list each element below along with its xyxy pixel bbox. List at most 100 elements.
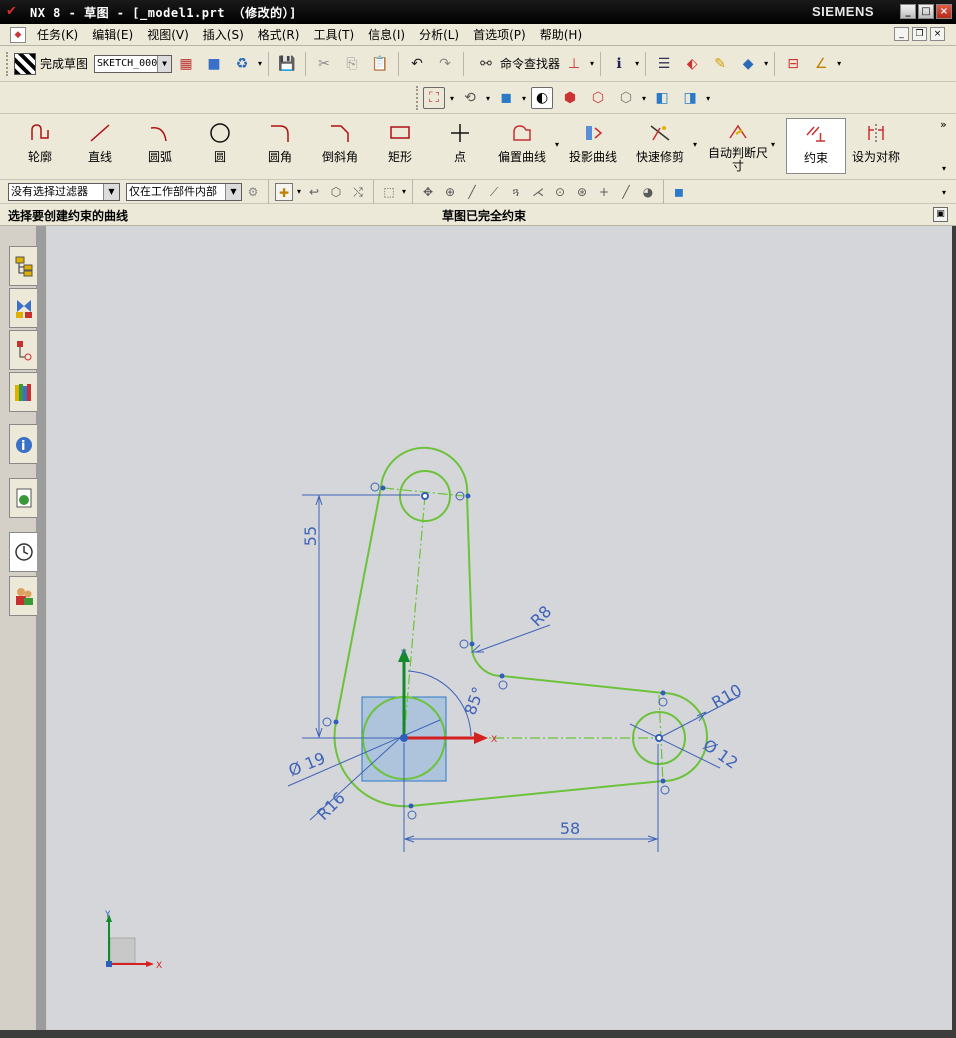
select-body-icon[interactable]: ⬡ xyxy=(327,183,345,201)
left-line[interactable] xyxy=(335,486,382,723)
graphics-window[interactable]: 55 58 85° R8 R10 Ø 12 Ø 19 R16 Y X Y X xyxy=(47,226,952,1029)
constraint-small-icon[interactable]: ⊥ xyxy=(563,53,585,75)
circle-button[interactable]: 圆 xyxy=(190,118,250,174)
clip-section-icon[interactable]: ◧ xyxy=(651,87,673,109)
dim-angle-85[interactable]: 85° xyxy=(461,684,489,717)
minimize-button[interactable]: _ xyxy=(900,4,916,19)
quick-trim-button[interactable]: 快速修剪 xyxy=(630,118,690,174)
command-finder-button[interactable]: ⚯ 命令查找器 xyxy=(472,53,560,75)
reattach-icon[interactable]: ▦ xyxy=(175,53,197,75)
sketch-name-select[interactable]: SKETCH_000 ▼ xyxy=(94,54,173,73)
project-curve-button[interactable]: 投影曲线 xyxy=(563,118,623,174)
maximize-button[interactable]: □ xyxy=(918,4,934,19)
menu-insert[interactable]: 插入(S) xyxy=(196,26,251,43)
fit-view-icon[interactable]: ⛶ xyxy=(423,87,445,109)
snap-midpoint-icon[interactable]: ⟋ xyxy=(485,183,503,201)
dim-radius-8[interactable]: R8 xyxy=(527,602,555,630)
constraint-button[interactable]: 约束 xyxy=(786,118,846,174)
selection-scope-select[interactable]: 仅在工作部件内部 ▼ xyxy=(126,182,242,201)
dim-radius-16[interactable]: R16 xyxy=(313,788,349,824)
snap-on-curve-icon[interactable]: ╱ xyxy=(617,183,635,201)
toolbar-options-arrow[interactable]: ▾ xyxy=(942,164,946,173)
system-materials-icon[interactable] xyxy=(9,478,37,518)
snap-point-icon[interactable]: ✎ xyxy=(709,53,731,75)
menu-help[interactable]: 帮助(H) xyxy=(533,26,589,43)
full-screen-icon[interactable]: ▣ xyxy=(933,207,948,222)
part-navigator-icon[interactable] xyxy=(9,330,37,370)
reuse-library-icon[interactable] xyxy=(9,372,37,412)
info-object-icon[interactable]: ℹ xyxy=(608,53,630,75)
shaded-icon[interactable]: ⬢ xyxy=(559,87,581,109)
layer-settings-icon[interactable]: ☰ xyxy=(653,53,675,75)
bottom-line[interactable] xyxy=(410,780,664,807)
hidden-wireframe-icon[interactable]: ⬡ xyxy=(615,87,637,109)
snap-endpoint-icon[interactable]: ⊕ xyxy=(441,183,459,201)
paste-icon[interactable]: 📋 xyxy=(369,53,391,75)
profile-button[interactable]: 轮廓 xyxy=(10,118,70,174)
filter-settings-icon[interactable]: ⚙ xyxy=(244,183,262,201)
dimension-more-arrow[interactable]: ▾ xyxy=(771,140,775,149)
snap-existing-icon[interactable]: + xyxy=(595,183,613,201)
snap-on-face-icon[interactable]: ◕ xyxy=(639,183,657,201)
history-icon[interactable] xyxy=(9,532,37,572)
doc-restore-button[interactable]: ❐ xyxy=(912,27,927,41)
selection-icon[interactable]: ◆ xyxy=(737,53,759,75)
offset-curve-button[interactable]: 偏置曲线 xyxy=(492,118,552,174)
dim-horizontal-58[interactable]: 58 xyxy=(560,819,580,838)
dim-diameter-12[interactable]: Ø 12 xyxy=(700,735,742,772)
snap-quadrant-icon[interactable]: ⊛ xyxy=(573,183,591,201)
measure-angle-icon[interactable]: ∠ xyxy=(810,53,832,75)
middle-line[interactable] xyxy=(501,675,664,694)
dim-radius-10[interactable]: R10 xyxy=(708,680,745,712)
point-button[interactable]: 点 xyxy=(430,118,490,174)
select-face-icon[interactable]: ↩ xyxy=(305,183,323,201)
doc-close-button[interactable]: × xyxy=(930,27,945,41)
edit-section-icon[interactable]: ◨ xyxy=(679,87,701,109)
copy-icon[interactable]: ⎘ xyxy=(341,53,363,75)
trim-more-arrow[interactable]: ▾ xyxy=(693,140,697,149)
wcs-icon[interactable]: ⬖ xyxy=(681,53,703,75)
dim-diameter-19[interactable]: Ø 19 xyxy=(286,748,328,780)
rotate-view-icon[interactable]: ⟲ xyxy=(459,87,481,109)
chamfer-button[interactable]: 倒斜角 xyxy=(310,118,370,174)
orient-to-sketch-icon[interactable]: ■ xyxy=(203,53,225,75)
rectangle-button[interactable]: 矩形 xyxy=(370,118,430,174)
redo-icon[interactable]: ↷ xyxy=(434,53,456,75)
internet-explorer-icon[interactable]: i xyxy=(9,424,37,464)
offset-more-arrow[interactable]: ▾ xyxy=(555,140,559,149)
menu-view[interactable]: 视图(V) xyxy=(140,26,196,43)
menu-analysis[interactable]: 分析(L) xyxy=(412,26,466,43)
document-icon[interactable]: ◆ xyxy=(10,26,26,43)
snap-enable-icon[interactable]: ✥ xyxy=(419,183,437,201)
menu-format[interactable]: 格式(R) xyxy=(251,26,307,43)
select-edge-icon[interactable]: ⤭ xyxy=(349,183,367,201)
type-filter-select[interactable]: 没有选择过滤器 ▼ xyxy=(8,182,120,201)
rectangle-select-icon[interactable]: ⬚ xyxy=(380,183,398,201)
snap-bounded-icon[interactable]: ◼ xyxy=(670,183,688,201)
assembly-navigator-icon[interactable] xyxy=(9,246,37,286)
dim-vertical-55[interactable]: 55 xyxy=(301,526,320,546)
roles-icon[interactable] xyxy=(9,576,37,616)
constraint-navigator-icon[interactable] xyxy=(9,288,37,328)
close-button[interactable]: × xyxy=(936,4,952,19)
undo-icon[interactable]: ↶ xyxy=(406,53,428,75)
menu-task[interactable]: 任务(K) xyxy=(30,26,85,43)
snap-center-icon[interactable]: ⊙ xyxy=(551,183,569,201)
line-button[interactable]: 直线 xyxy=(70,118,130,174)
finish-sketch-button[interactable]: 完成草图 xyxy=(14,52,88,75)
doc-minimize-button[interactable]: _ xyxy=(894,27,909,41)
menu-tools[interactable]: 工具(T) xyxy=(306,26,361,43)
menu-information[interactable]: 信息(I) xyxy=(361,26,412,43)
fillet-button[interactable]: 圆角 xyxy=(250,118,310,174)
update-model-icon[interactable]: ♻ xyxy=(231,53,253,75)
studio-icon[interactable]: ⬡ xyxy=(587,87,609,109)
snap-intersection-icon[interactable]: ⋌ xyxy=(529,183,547,201)
trimetric-view-icon[interactable]: ◼ xyxy=(495,87,517,109)
shaded-edges-icon[interactable]: ◐ xyxy=(531,87,554,109)
inferred-dimension-button[interactable]: 自动判断尺寸 xyxy=(708,118,768,174)
right-upper-line[interactable] xyxy=(466,494,473,645)
measure-distance-icon[interactable]: ⊟ xyxy=(782,53,804,75)
snap-line-icon[interactable]: ╱ xyxy=(463,183,481,201)
snap-control-icon[interactable]: ጓ xyxy=(507,183,525,201)
toolbar-overflow-icon[interactable]: » xyxy=(940,118,947,131)
